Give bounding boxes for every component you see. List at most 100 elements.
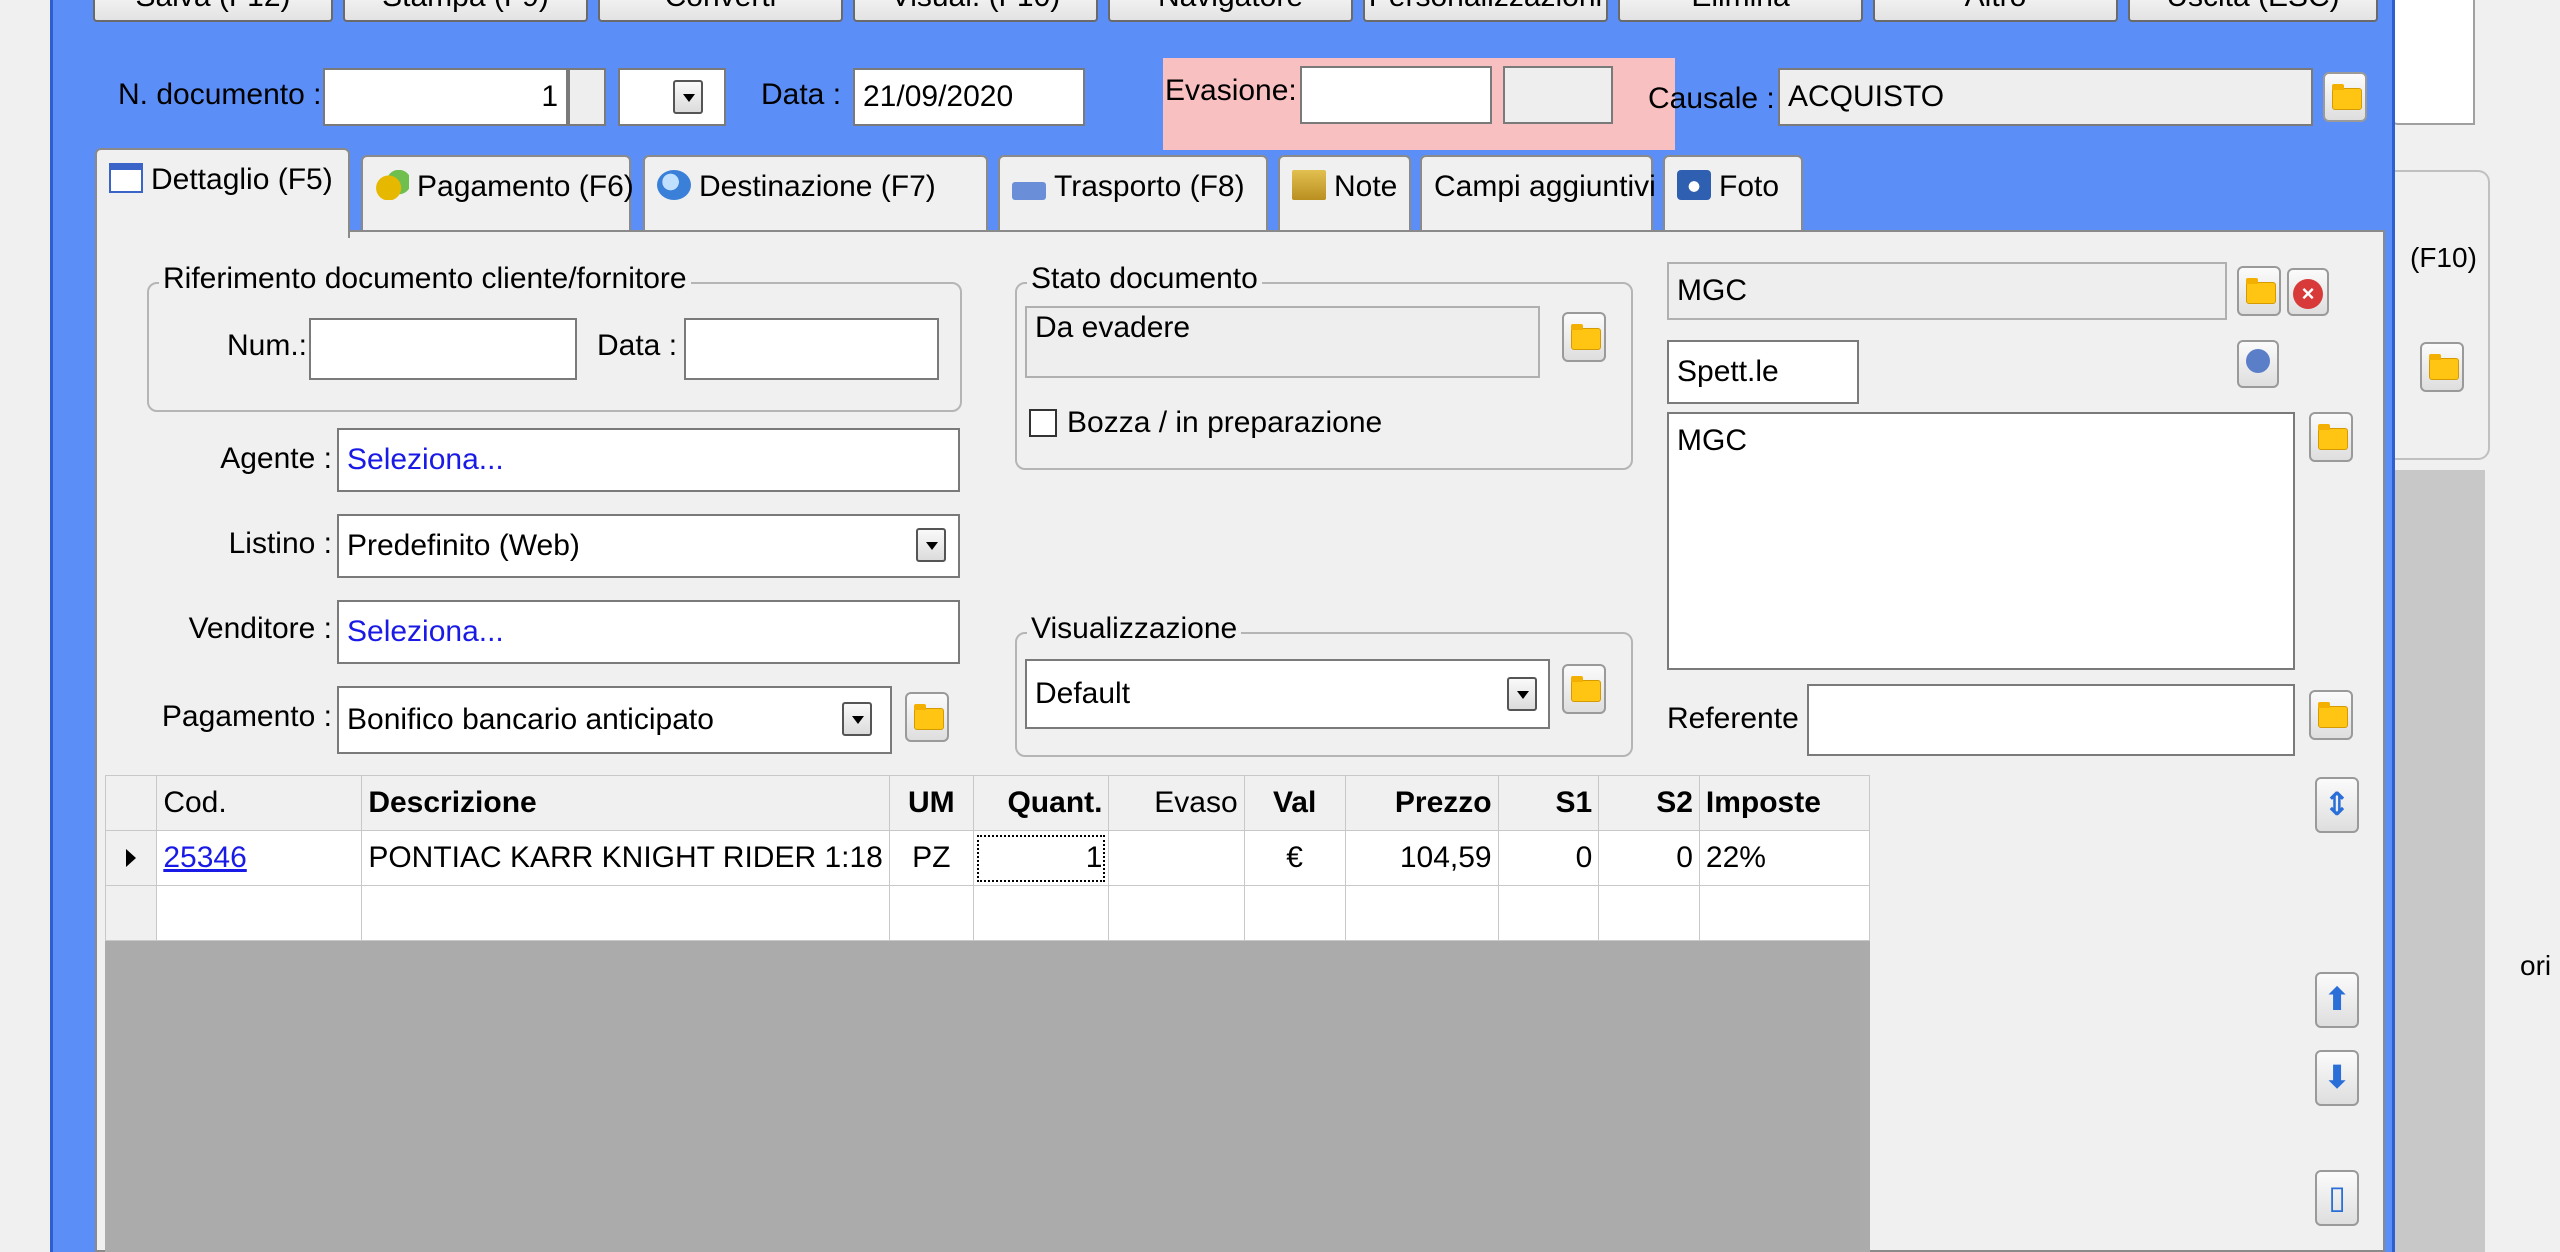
column-header[interactable]: S1 bbox=[1497, 775, 1600, 831]
visualizzazione-select[interactable]: Default bbox=[1025, 659, 1550, 729]
column-header[interactable]: Cod. bbox=[156, 775, 363, 831]
riferimento-num-field[interactable] bbox=[309, 318, 577, 380]
item-description[interactable]: PONTIAC KARR KNIGHT RIDER 1:18 bbox=[361, 830, 890, 886]
document-icon[interactable]: ▯ bbox=[2315, 1170, 2359, 1226]
causale-folder-icon[interactable] bbox=[2323, 72, 2367, 122]
customer-address-field[interactable]: MGC bbox=[1667, 412, 2295, 670]
evasione-box: Evasione: bbox=[1163, 58, 1675, 150]
riferimento-title: Riferimento documento cliente/fornitore bbox=[159, 262, 691, 296]
sort-updown-icon[interactable]: ⇕ bbox=[2315, 777, 2359, 833]
evasione-field[interactable] bbox=[1300, 66, 1492, 124]
table-row-empty[interactable] bbox=[104, 885, 1871, 941]
tab-dettaglio[interactable]: Dettaglio (F5) bbox=[95, 148, 350, 238]
column-header[interactable]: Prezzo bbox=[1344, 775, 1499, 831]
empty-cell[interactable] bbox=[1698, 885, 1871, 941]
evasione-label: Evasione: bbox=[1165, 74, 1297, 107]
empty-cell[interactable] bbox=[888, 885, 974, 941]
item-s1[interactable]: 0 bbox=[1497, 830, 1600, 886]
item-tax[interactable]: 22% bbox=[1698, 830, 1871, 886]
item-quantity[interactable]: 1 bbox=[972, 830, 1110, 886]
chevron-down-icon[interactable] bbox=[916, 528, 946, 562]
date-label: Data : bbox=[761, 78, 842, 111]
column-header[interactable]: S2 bbox=[1598, 775, 1700, 831]
item-code-link[interactable]: 25346 bbox=[156, 830, 363, 886]
customer-folder-icon[interactable] bbox=[2237, 266, 2281, 316]
salutation-field[interactable]: Spett.le bbox=[1667, 340, 1859, 404]
person-search-icon[interactable] bbox=[2237, 340, 2279, 388]
empty-cell[interactable] bbox=[972, 885, 1110, 941]
agente-field[interactable]: Seleziona... bbox=[337, 428, 960, 492]
doc-number-label: N. documento : bbox=[118, 78, 322, 111]
delete-button[interactable]: Elimina bbox=[1618, 0, 1863, 22]
chevron-down-icon[interactable] bbox=[673, 80, 703, 114]
empty-cell[interactable] bbox=[1108, 885, 1245, 941]
coins-icon bbox=[375, 170, 409, 200]
venditore-field[interactable]: Seleziona... bbox=[337, 600, 960, 664]
causale-field[interactable]: ACQUISTO bbox=[1778, 68, 2313, 126]
listino-label: Listino : bbox=[228, 527, 332, 560]
pagamento-label: Pagamento : bbox=[161, 700, 332, 733]
pagamento-folder-icon[interactable] bbox=[905, 692, 949, 742]
empty-cell[interactable] bbox=[156, 885, 363, 941]
empty-cell[interactable] bbox=[361, 885, 890, 941]
column-header[interactable]: Quant. bbox=[972, 775, 1110, 831]
doc-number-suffix[interactable] bbox=[568, 68, 606, 126]
item-val[interactable]: € bbox=[1243, 830, 1346, 886]
tab-trasporto[interactable]: Trasporto (F8) bbox=[998, 155, 1268, 231]
empty-cell[interactable] bbox=[1497, 885, 1600, 941]
arrow-down-icon[interactable]: ⬇ bbox=[2315, 1050, 2359, 1106]
address-folder-icon[interactable] bbox=[2309, 412, 2353, 462]
background-gray-area bbox=[2395, 470, 2485, 1252]
chevron-down-icon[interactable] bbox=[1507, 677, 1537, 711]
navigator-button[interactable]: Navigatore bbox=[1108, 0, 1353, 22]
doc-number-field[interactable]: 1 bbox=[323, 68, 568, 126]
background-folder-icon[interactable] bbox=[2420, 342, 2464, 392]
empty-cell[interactable] bbox=[1243, 885, 1346, 941]
item-um[interactable]: PZ bbox=[888, 830, 974, 886]
item-price[interactable]: 104,59 bbox=[1344, 830, 1499, 886]
referente-folder-icon[interactable] bbox=[2309, 690, 2353, 740]
convert-button[interactable]: Converti bbox=[598, 0, 843, 22]
item-evaso[interactable] bbox=[1108, 830, 1245, 886]
tab-label: Destinazione (F7) bbox=[699, 170, 936, 203]
empty-cell[interactable] bbox=[1598, 885, 1700, 941]
riferimento-data-field[interactable] bbox=[684, 318, 939, 380]
column-header[interactable]: UM bbox=[888, 775, 974, 831]
chevron-down-icon[interactable] bbox=[842, 702, 872, 736]
customize-button[interactable]: Personalizzazioni bbox=[1363, 0, 1608, 22]
doc-series-select[interactable] bbox=[618, 68, 726, 126]
exit-button[interactable]: Uscita (ESC) bbox=[2128, 0, 2378, 22]
truck-icon bbox=[1012, 182, 1046, 200]
tab-label: Campi aggiuntivi bbox=[1434, 170, 1656, 203]
save-button[interactable]: Salva (F12) bbox=[93, 0, 333, 22]
item-s2[interactable]: 0 bbox=[1598, 830, 1700, 886]
stato-folder-icon[interactable] bbox=[1562, 312, 1606, 362]
column-header[interactable]: Descrizione bbox=[361, 775, 890, 831]
arrow-up-icon[interactable]: ⬆ bbox=[2315, 972, 2359, 1028]
referente-field[interactable] bbox=[1807, 684, 2295, 756]
tab-campi-aggiuntivi[interactable]: Campi aggiuntivi bbox=[1420, 155, 1656, 231]
date-field[interactable]: 21/09/2020 bbox=[853, 68, 1085, 126]
delete-customer-button[interactable]: × bbox=[2287, 268, 2329, 316]
item-code[interactable]: 25346 bbox=[163, 841, 246, 874]
column-header[interactable]: Imposte bbox=[1698, 775, 1871, 831]
stato-title: Stato documento bbox=[1027, 262, 1262, 296]
table-row[interactable]: 25346 PONTIAC KARR KNIGHT RIDER 1:18 PZ … bbox=[104, 830, 1871, 886]
tab-pagamento[interactable]: Pagamento (F6) bbox=[361, 155, 634, 231]
pagamento-select[interactable]: Bonifico bancario anticipato bbox=[337, 686, 892, 754]
background-panel bbox=[2390, 0, 2475, 125]
tab-foto[interactable]: Foto bbox=[1663, 155, 1803, 231]
listino-select[interactable]: Predefinito (Web) bbox=[337, 514, 960, 578]
tab-note[interactable]: Note bbox=[1278, 155, 1411, 231]
print-button[interactable]: Stampa (F9) bbox=[343, 0, 588, 22]
evasione-extra-field bbox=[1503, 66, 1613, 124]
other-button[interactable]: Altro bbox=[1873, 0, 2118, 22]
column-header[interactable]: Val bbox=[1243, 775, 1346, 831]
column-header[interactable]: Evaso bbox=[1108, 775, 1245, 831]
visualizzazione-folder-icon[interactable] bbox=[1562, 664, 1606, 714]
view-button[interactable]: Visual. (F10) bbox=[853, 0, 1098, 22]
bozza-checkbox[interactable] bbox=[1029, 409, 1057, 437]
tab-destinazione[interactable]: Destinazione (F7) bbox=[643, 155, 988, 231]
empty-cell[interactable] bbox=[1344, 885, 1499, 941]
customer-code-field[interactable]: MGC bbox=[1667, 262, 2227, 320]
